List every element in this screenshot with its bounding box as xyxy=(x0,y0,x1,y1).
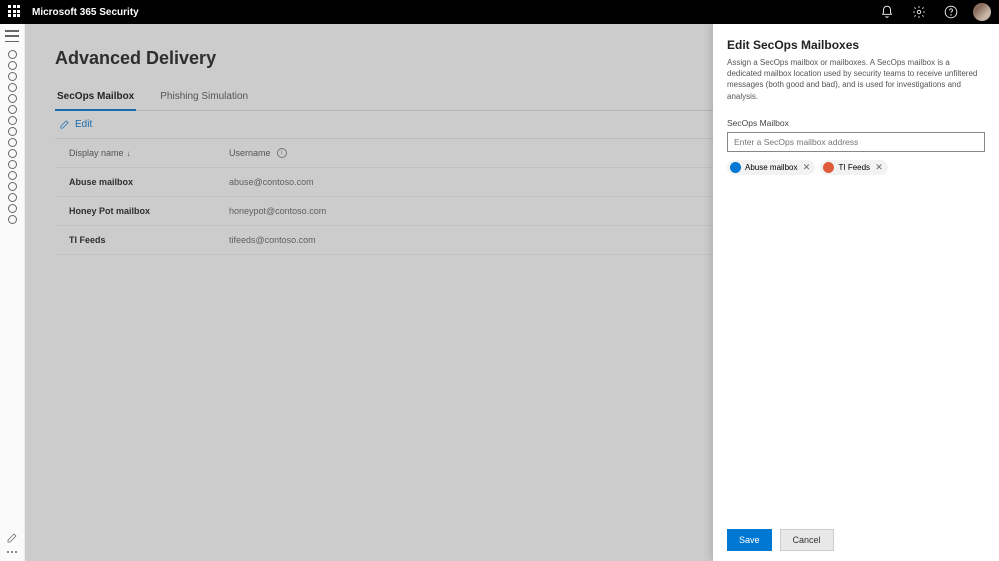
cancel-button[interactable]: Cancel xyxy=(780,529,834,551)
nav-item[interactable] xyxy=(8,61,17,70)
nav-item[interactable] xyxy=(8,127,17,136)
help-icon[interactable] xyxy=(941,2,961,22)
chip-label: TI Feeds xyxy=(838,163,870,172)
nav-item[interactable] xyxy=(8,138,17,147)
chip-ti-feeds: TI Feeds ✕ xyxy=(820,160,888,175)
mailbox-input[interactable] xyxy=(727,132,985,152)
save-button[interactable]: Save xyxy=(727,529,772,551)
chip-color-icon xyxy=(823,162,834,173)
nav-item[interactable] xyxy=(8,193,17,202)
nav-item[interactable] xyxy=(8,182,17,191)
nav-item[interactable] xyxy=(8,50,17,59)
notifications-icon[interactable] xyxy=(877,2,897,22)
nav-item[interactable] xyxy=(8,204,17,213)
global-header: Microsoft 365 Security xyxy=(0,0,999,24)
nav-item[interactable] xyxy=(8,149,17,158)
chip-abuse-mailbox: Abuse mailbox ✕ xyxy=(727,160,815,175)
nav-item[interactable] xyxy=(8,94,17,103)
avatar[interactable] xyxy=(973,3,991,21)
panel-description: Assign a SecOps mailbox or mailboxes. A … xyxy=(727,57,985,102)
menu-toggle-icon[interactable] xyxy=(5,30,19,42)
chip-color-icon xyxy=(730,162,741,173)
nav-rail xyxy=(0,24,25,561)
nav-item[interactable] xyxy=(8,72,17,81)
customize-icon[interactable] xyxy=(6,531,18,543)
mailbox-field-label: SecOps Mailbox xyxy=(727,118,985,128)
nav-item[interactable] xyxy=(8,215,17,224)
nav-item[interactable] xyxy=(8,171,17,180)
app-launcher-icon[interactable] xyxy=(8,5,22,19)
modal-scrim[interactable] xyxy=(25,24,713,561)
chip-remove-icon[interactable]: ✕ xyxy=(801,162,811,172)
chip-label: Abuse mailbox xyxy=(745,163,797,172)
panel-footer: Save Cancel xyxy=(727,529,985,551)
nav-item[interactable] xyxy=(8,116,17,125)
nav-item[interactable] xyxy=(8,83,17,92)
app-title: Microsoft 365 Security xyxy=(32,7,139,18)
selected-mailboxes: Abuse mailbox ✕ TI Feeds ✕ xyxy=(727,160,985,175)
chip-remove-icon[interactable]: ✕ xyxy=(874,162,884,172)
nav-item[interactable] xyxy=(8,160,17,169)
nav-item[interactable] xyxy=(8,105,17,114)
panel-title: Edit SecOps Mailboxes xyxy=(727,38,985,52)
header-actions xyxy=(877,2,991,22)
gear-icon[interactable] xyxy=(909,2,929,22)
flyout-panel: Edit SecOps Mailboxes Assign a SecOps ma… xyxy=(713,24,999,561)
more-icon[interactable] xyxy=(7,551,17,553)
